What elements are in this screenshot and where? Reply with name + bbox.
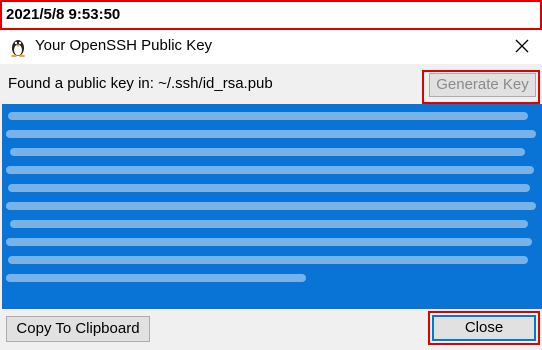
redacted-key-line	[8, 112, 528, 120]
copy-to-clipboard-button[interactable]: Copy To Clipboard	[6, 316, 150, 342]
found-key-label: Found a public key in: ~/.ssh/id_rsa.pub	[8, 75, 273, 92]
timestamp-banner: 2021/5/8 9:53:50	[0, 0, 542, 30]
window-titlebar: Your OpenSSH Public Key	[0, 30, 542, 64]
timestamp-text: 2021/5/8 9:53:50	[6, 6, 121, 23]
redacted-key-line	[10, 148, 525, 156]
redacted-key-line	[10, 220, 528, 228]
redacted-key-line	[6, 202, 536, 210]
generate-key-button[interactable]: Generate Key	[429, 73, 536, 97]
window-title: Your OpenSSH Public Key	[35, 37, 213, 54]
redacted-key-line	[6, 166, 534, 174]
penguin-app-icon	[11, 40, 25, 57]
close-icon[interactable]	[514, 38, 530, 54]
redacted-key-line	[8, 256, 528, 264]
redacted-key-line	[6, 274, 306, 282]
redacted-key-line	[6, 238, 532, 246]
close-button[interactable]: Close	[432, 315, 536, 341]
redacted-key-line	[6, 130, 536, 138]
redacted-key-line	[8, 184, 530, 192]
public-key-textarea[interactable]	[2, 104, 542, 309]
